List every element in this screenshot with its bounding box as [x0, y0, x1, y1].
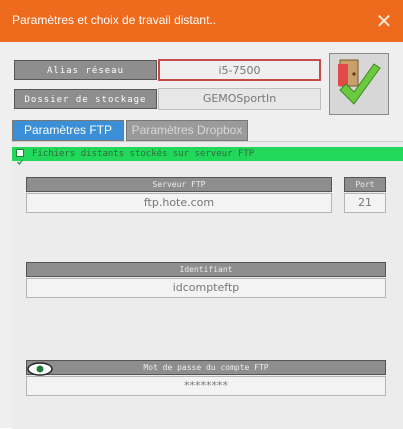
port-field[interactable]: 21 [344, 193, 386, 213]
storage-label: Dossier de stockage [14, 89, 157, 109]
remote-files-option[interactable]: Fichiers distants stockés sur serveur FT… [12, 147, 403, 165]
storage-value[interactable]: GEMOSportIn [158, 88, 321, 110]
tab-ftp-settings[interactable]: Paramètres FTP [12, 120, 124, 141]
remote-files-label: Fichiers distants stockés sur serveur FT… [32, 149, 255, 159]
confirm-button[interactable] [329, 53, 389, 115]
eye-icon[interactable] [26, 361, 54, 376]
port-label: Port [344, 177, 386, 192]
alias-value[interactable]: i5-7500 [158, 59, 321, 81]
door-checkmark-icon [338, 59, 381, 105]
tab-dropbox-settings[interactable]: Paramètres Dropbox [126, 120, 248, 141]
identifier-label: Identifiant [26, 262, 386, 277]
window-title: Paramètres et choix de travail distant.. [12, 13, 217, 27]
server-field[interactable]: ftp.hote.com [26, 193, 332, 213]
server-label: Serveur FTP [26, 177, 332, 192]
password-label: Mot de passe du compte FTP [26, 360, 386, 375]
remote-files-checkbox[interactable] [16, 149, 24, 165]
alias-label: Alias réseau [14, 60, 157, 80]
identifier-field[interactable]: idcompteftp [26, 278, 386, 298]
check-icon [17, 159, 23, 165]
settings-window: Paramètres et choix de travail distant..… [0, 0, 403, 429]
title-bar: Paramètres et choix de travail distant..… [0, 0, 403, 42]
password-field[interactable]: ******** [26, 376, 386, 396]
close-icon[interactable]: ✕ [373, 10, 395, 32]
